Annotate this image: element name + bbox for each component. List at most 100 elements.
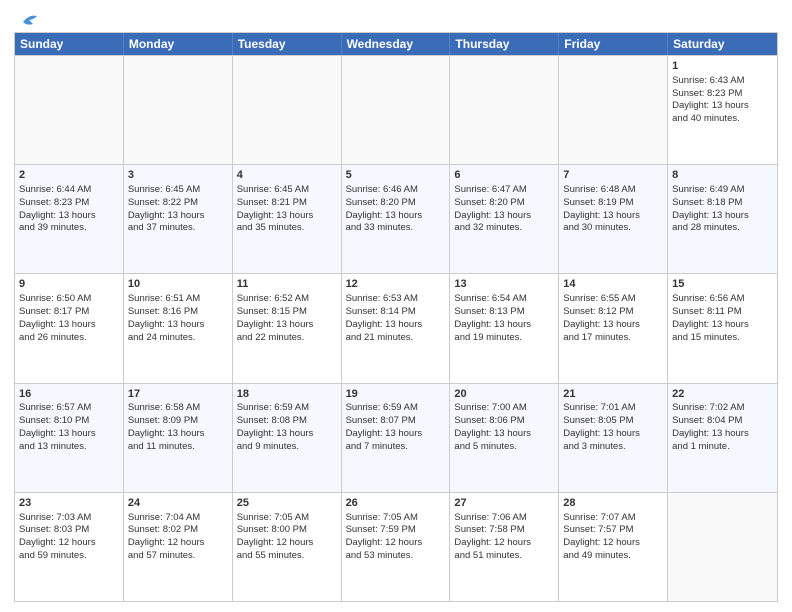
day-info: Sunrise: 7:03 AM — [19, 512, 119, 525]
calendar-cell: 12Sunrise: 6:53 AMSunset: 8:14 PMDayligh… — [342, 274, 451, 382]
day-info: Sunset: 8:08 PM — [237, 415, 337, 428]
day-info: Sunset: 8:00 PM — [237, 524, 337, 537]
day-info: Sunrise: 6:58 AM — [128, 402, 228, 415]
day-info: Sunset: 7:59 PM — [346, 524, 446, 537]
day-number: 11 — [237, 277, 337, 292]
calendar-cell: 11Sunrise: 6:52 AMSunset: 8:15 PMDayligh… — [233, 274, 342, 382]
day-info: Daylight: 13 hours — [128, 428, 228, 441]
day-info: and 22 minutes. — [237, 332, 337, 345]
day-number: 16 — [19, 387, 119, 402]
day-info: Daylight: 13 hours — [672, 210, 773, 223]
day-info: Daylight: 13 hours — [19, 210, 119, 223]
day-info: and 37 minutes. — [128, 222, 228, 235]
logo — [14, 14, 37, 26]
calendar-header: SundayMondayTuesdayWednesdayThursdayFrid… — [15, 33, 777, 55]
day-info: Sunrise: 6:49 AM — [672, 184, 773, 197]
calendar-cell: 20Sunrise: 7:00 AMSunset: 8:06 PMDayligh… — [450, 384, 559, 492]
day-info: Sunrise: 7:05 AM — [237, 512, 337, 525]
calendar-cell: 28Sunrise: 7:07 AMSunset: 7:57 PMDayligh… — [559, 493, 668, 601]
calendar-body: 1Sunrise: 6:43 AMSunset: 8:23 PMDaylight… — [15, 55, 777, 601]
weekday-header: Wednesday — [342, 33, 451, 55]
day-info: Daylight: 13 hours — [128, 210, 228, 223]
calendar-cell: 25Sunrise: 7:05 AMSunset: 8:00 PMDayligh… — [233, 493, 342, 601]
day-info: Sunset: 8:15 PM — [237, 306, 337, 319]
calendar-cell: 10Sunrise: 6:51 AMSunset: 8:16 PMDayligh… — [124, 274, 233, 382]
day-info: and 21 minutes. — [346, 332, 446, 345]
day-info: and 15 minutes. — [672, 332, 773, 345]
day-info: Daylight: 12 hours — [19, 537, 119, 550]
calendar-cell: 14Sunrise: 6:55 AMSunset: 8:12 PMDayligh… — [559, 274, 668, 382]
day-info: Sunset: 8:20 PM — [346, 197, 446, 210]
day-info: and 28 minutes. — [672, 222, 773, 235]
day-info: and 26 minutes. — [19, 332, 119, 345]
day-number: 12 — [346, 277, 446, 292]
day-info: Daylight: 13 hours — [346, 210, 446, 223]
day-info: and 17 minutes. — [563, 332, 663, 345]
day-info: Daylight: 12 hours — [454, 537, 554, 550]
weekday-header: Thursday — [450, 33, 559, 55]
weekday-header: Saturday — [668, 33, 777, 55]
day-info: and 30 minutes. — [563, 222, 663, 235]
day-info: Sunset: 8:16 PM — [128, 306, 228, 319]
day-info: Sunset: 8:12 PM — [563, 306, 663, 319]
day-info: Sunrise: 7:00 AM — [454, 402, 554, 415]
day-info: Sunrise: 6:59 AM — [237, 402, 337, 415]
day-info: Sunset: 8:13 PM — [454, 306, 554, 319]
day-info: Sunrise: 6:45 AM — [237, 184, 337, 197]
day-number: 18 — [237, 387, 337, 402]
day-info: Sunrise: 7:02 AM — [672, 402, 773, 415]
day-info: Sunrise: 6:45 AM — [128, 184, 228, 197]
day-number: 14 — [563, 277, 663, 292]
day-number: 22 — [672, 387, 773, 402]
day-number: 10 — [128, 277, 228, 292]
day-info: Sunset: 8:19 PM — [563, 197, 663, 210]
day-info: Sunrise: 6:53 AM — [346, 293, 446, 306]
day-info: Sunrise: 6:47 AM — [454, 184, 554, 197]
calendar-cell: 22Sunrise: 7:02 AMSunset: 8:04 PMDayligh… — [668, 384, 777, 492]
day-info: and 51 minutes. — [454, 550, 554, 563]
day-number: 19 — [346, 387, 446, 402]
calendar-cell — [15, 56, 124, 164]
calendar-row: 1Sunrise: 6:43 AMSunset: 8:23 PMDaylight… — [15, 55, 777, 164]
day-info: Sunset: 8:04 PM — [672, 415, 773, 428]
day-number: 26 — [346, 496, 446, 511]
day-info: Sunset: 8:05 PM — [563, 415, 663, 428]
day-info: Sunrise: 6:50 AM — [19, 293, 119, 306]
day-info: and 3 minutes. — [563, 441, 663, 454]
day-number: 25 — [237, 496, 337, 511]
day-info: Sunset: 7:58 PM — [454, 524, 554, 537]
day-number: 28 — [563, 496, 663, 511]
day-info: Daylight: 13 hours — [237, 210, 337, 223]
calendar-row: 23Sunrise: 7:03 AMSunset: 8:03 PMDayligh… — [15, 492, 777, 601]
calendar-cell — [450, 56, 559, 164]
day-info: and 32 minutes. — [454, 222, 554, 235]
calendar-cell: 2Sunrise: 6:44 AMSunset: 8:23 PMDaylight… — [15, 165, 124, 273]
day-info: Sunset: 8:02 PM — [128, 524, 228, 537]
calendar-cell: 24Sunrise: 7:04 AMSunset: 8:02 PMDayligh… — [124, 493, 233, 601]
calendar-cell: 16Sunrise: 6:57 AMSunset: 8:10 PMDayligh… — [15, 384, 124, 492]
day-info: Sunrise: 6:51 AM — [128, 293, 228, 306]
day-info: Sunset: 8:18 PM — [672, 197, 773, 210]
calendar-cell — [233, 56, 342, 164]
day-number: 4 — [237, 168, 337, 183]
calendar-cell: 26Sunrise: 7:05 AMSunset: 7:59 PMDayligh… — [342, 493, 451, 601]
day-number: 23 — [19, 496, 119, 511]
day-info: Daylight: 13 hours — [346, 428, 446, 441]
day-number: 5 — [346, 168, 446, 183]
day-info: Sunrise: 7:05 AM — [346, 512, 446, 525]
calendar-row: 2Sunrise: 6:44 AMSunset: 8:23 PMDaylight… — [15, 164, 777, 273]
calendar-cell — [559, 56, 668, 164]
day-info: Daylight: 13 hours — [19, 428, 119, 441]
day-info: Daylight: 13 hours — [672, 428, 773, 441]
day-info: Sunset: 8:22 PM — [128, 197, 228, 210]
day-info: Sunset: 8:21 PM — [237, 197, 337, 210]
day-info: Sunrise: 6:52 AM — [237, 293, 337, 306]
day-info: and 59 minutes. — [19, 550, 119, 563]
day-info: Sunrise: 6:59 AM — [346, 402, 446, 415]
logo-bird-icon — [15, 12, 37, 30]
calendar-cell: 3Sunrise: 6:45 AMSunset: 8:22 PMDaylight… — [124, 165, 233, 273]
day-info: Daylight: 13 hours — [237, 319, 337, 332]
day-info: Sunset: 8:06 PM — [454, 415, 554, 428]
day-number: 8 — [672, 168, 773, 183]
day-info: Daylight: 13 hours — [454, 428, 554, 441]
